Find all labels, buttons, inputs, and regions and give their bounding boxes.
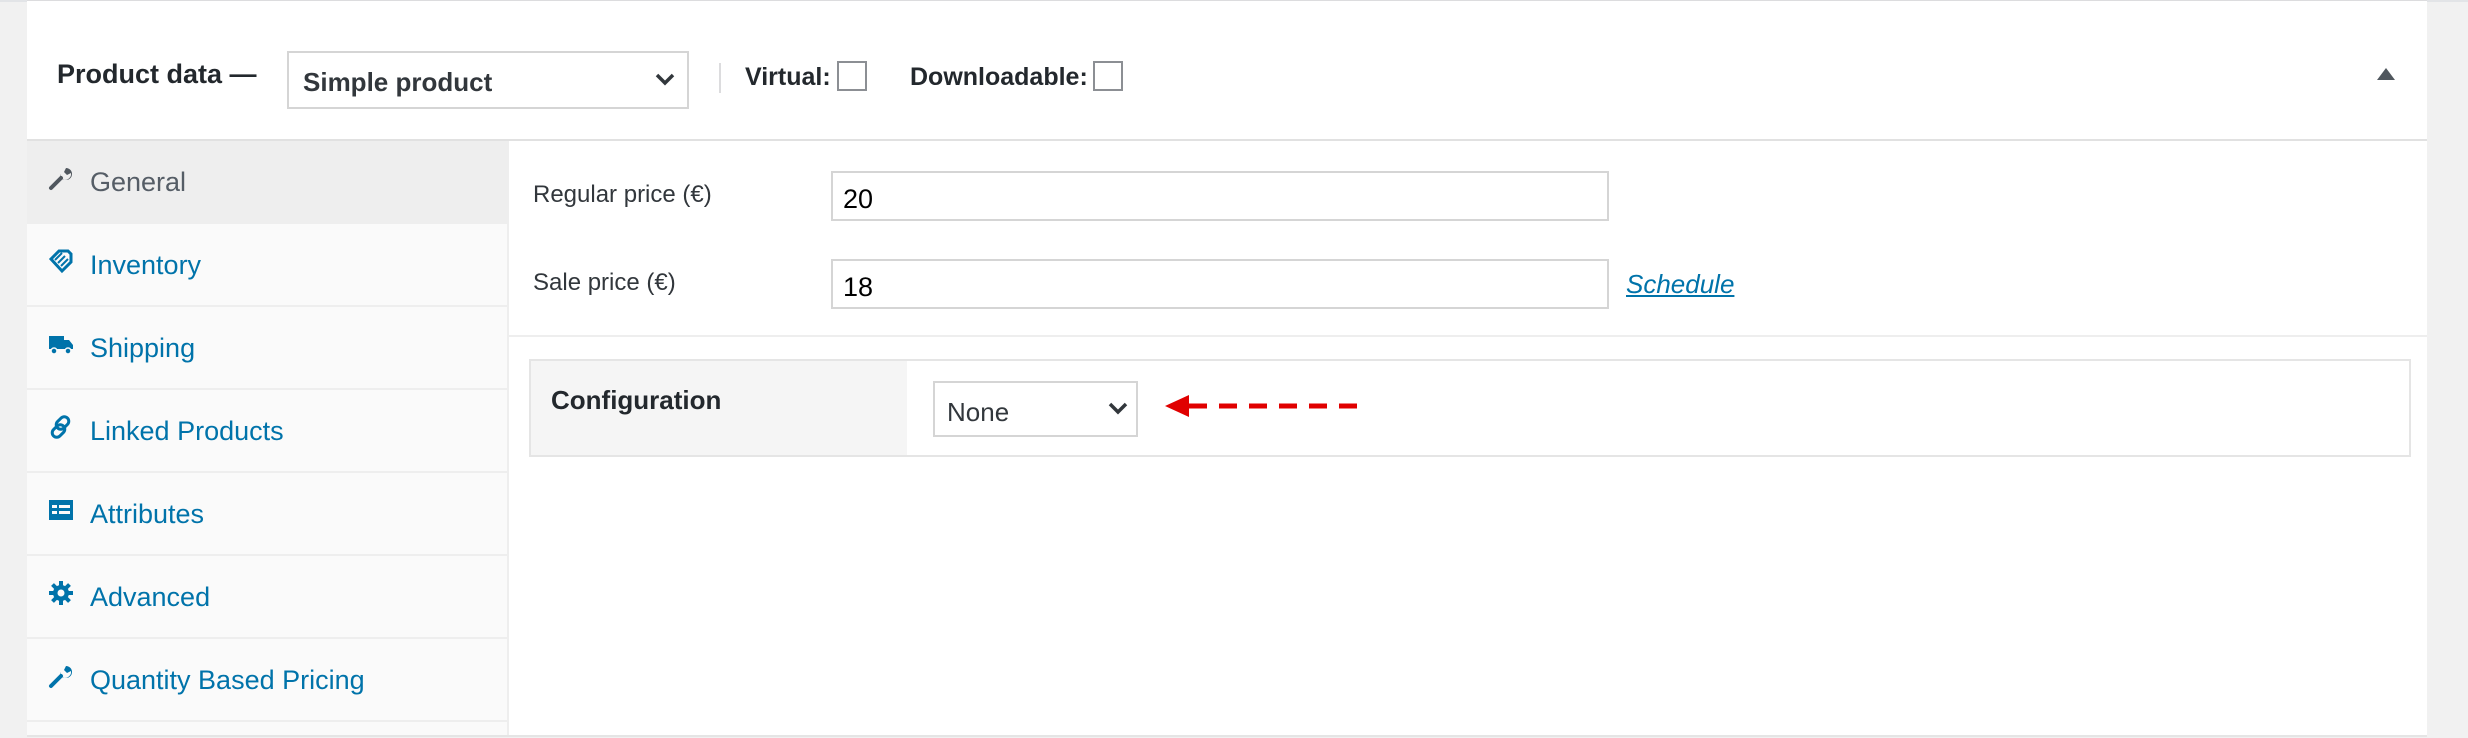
tab-quantity-based-pricing[interactable]: Quantity Based Pricing	[27, 639, 507, 722]
section-divider	[509, 335, 2427, 337]
tab-label: Advanced	[90, 582, 211, 612]
sale-price-input[interactable]: 18	[831, 259, 1609, 309]
regular-price-input[interactable]: 20	[831, 171, 1609, 221]
list-icon	[49, 500, 73, 520]
product-type-select[interactable]: Simple product	[287, 51, 689, 109]
tab-label: Quantity Based Pricing	[90, 665, 365, 695]
regular-price-value: 20	[843, 184, 874, 214]
tab-advanced[interactable]: Advanced	[27, 556, 507, 639]
tab-linked-products[interactable]: Linked Products	[27, 390, 507, 473]
configuration-value: None	[947, 397, 1010, 427]
product-type-value: Simple product	[303, 67, 493, 97]
tag-icon	[48, 249, 73, 274]
link-icon	[50, 415, 71, 439]
collapse-toggle-icon[interactable]	[2377, 68, 2395, 80]
general-tab-panel: Regular price (€) 20 Sale price (€) 18 S…	[509, 141, 2427, 737]
gear-icon	[49, 581, 73, 605]
bottom-border	[27, 735, 2427, 737]
configuration-select[interactable]: None	[933, 381, 1138, 437]
product-data-tabs: General Inventory Shipping Linked Produc…	[27, 141, 509, 737]
header-separator	[719, 63, 721, 93]
chevron-down-icon	[1108, 402, 1128, 415]
panel-title: Product data —	[57, 59, 257, 89]
tab-label: Linked Products	[90, 416, 284, 446]
configuration-row: Configuration None	[529, 359, 2411, 457]
tab-label: General	[90, 167, 187, 197]
truck-icon	[49, 336, 73, 355]
sale-price-label: Sale price (€)	[533, 269, 676, 296]
annotation-arrow-icon	[1165, 395, 1365, 417]
configuration-label-cell: Configuration	[531, 361, 907, 455]
chevron-down-icon	[655, 73, 675, 86]
wrench-icon	[49, 168, 72, 190]
tab-general[interactable]: General	[27, 141, 507, 224]
wrench-icon	[49, 666, 72, 688]
downloadable-label: Downloadable:	[910, 63, 1088, 91]
tab-label: Attributes	[90, 499, 205, 529]
sale-price-value: 18	[843, 272, 874, 302]
regular-price-label: Regular price (€)	[533, 181, 712, 208]
virtual-label: Virtual:	[745, 63, 831, 91]
tab-label: Inventory	[90, 250, 202, 280]
virtual-checkbox[interactable]	[837, 61, 867, 91]
panel-header: Product data — Simple product Virtual: D…	[27, 1, 2427, 141]
tab-label: Shipping	[90, 333, 196, 363]
tab-attributes[interactable]: Attributes	[27, 473, 507, 556]
tab-shipping[interactable]: Shipping	[27, 307, 507, 390]
schedule-link[interactable]: Schedule	[1626, 269, 1734, 300]
tab-inventory[interactable]: Inventory	[27, 224, 507, 307]
downloadable-checkbox[interactable]	[1093, 61, 1123, 91]
product-data-panel: Product data — Simple product Virtual: D…	[27, 0, 2427, 737]
configuration-label: Configuration	[551, 385, 722, 415]
